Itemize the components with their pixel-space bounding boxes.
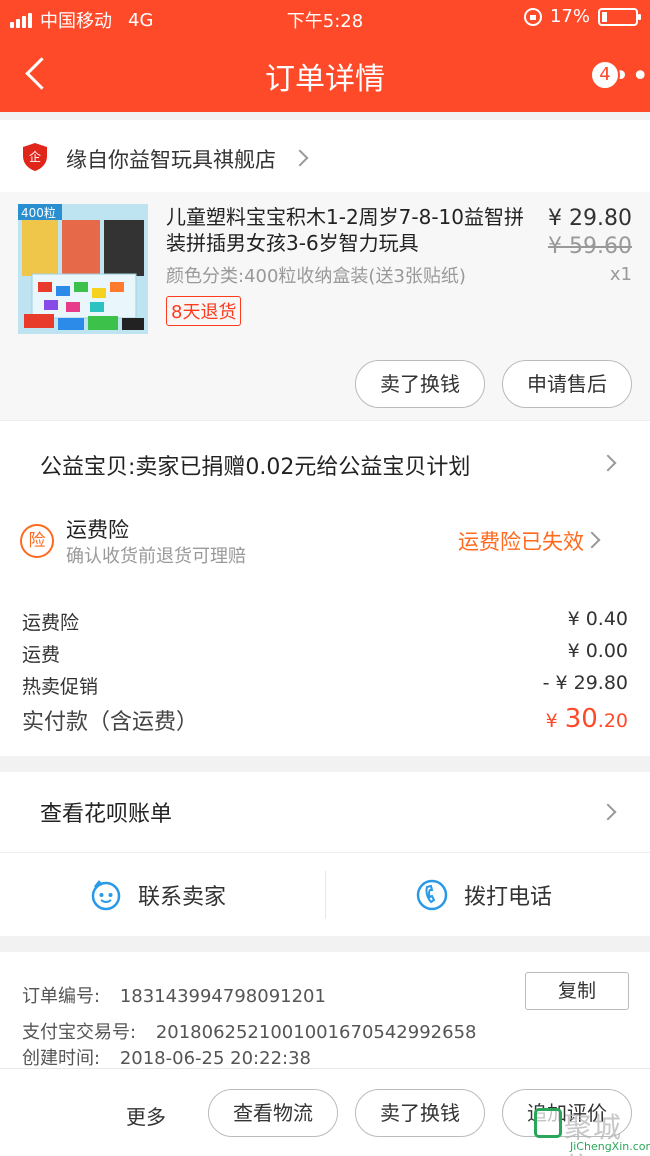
fee-value: ¥ 0.40 (567, 608, 628, 630)
watermark-logo-icon (534, 1108, 562, 1138)
call-phone-label: 拨打电话 (464, 885, 553, 910)
total-label: 实付款（含运费） (22, 710, 199, 735)
product-card[interactable]: 400粒 儿童塑料宝宝积木1-2周岁7-8-10益智拼装拼插男女孩3-6岁智力玩… (0, 192, 650, 420)
contact-seller-label: 联系卖家 (138, 885, 227, 910)
product-spec: 颜色分类:400粒收纳盒装(送3张贴纸) (166, 266, 466, 287)
rotation-lock-icon (523, 7, 542, 26)
alipay-trade-label: 支付宝交易号: (22, 1022, 137, 1043)
order-number-value: 183143994798091201 (119, 986, 326, 1007)
return-policy-tag: 8天退货 (166, 296, 242, 326)
shop-name: 缘自你益智玩具祺舰店 (66, 148, 276, 172)
status-bar: 中国移动 4G 下午5:28 17% (0, 0, 650, 36)
site-watermark: 聚城信 JiChengXin.com (530, 1104, 650, 1156)
product-quantity: x1 (609, 264, 632, 285)
charity-text: 公益宝贝:卖家已捐赠0.02元给公益宝贝计划 (40, 455, 471, 480)
charity-row[interactable]: 公益宝贝:卖家已捐赠0.02元给公益宝贝计划 (0, 420, 650, 508)
total-dec: .20 (597, 710, 628, 732)
shop-shield-icon: 企 (23, 143, 47, 171)
insurance-status: 运费险已失效 (458, 530, 584, 554)
fee-label: 运费 (22, 644, 61, 666)
total-amount: ¥ 30.20 (546, 704, 628, 734)
insurance-title: 运费险 (66, 518, 129, 542)
chat-face-icon (91, 880, 121, 911)
view-logistics-button[interactable]: 查看物流 (208, 1089, 338, 1137)
battery-icon (598, 7, 641, 26)
huabei-bill-row[interactable]: 查看花呗账单 (0, 772, 650, 852)
shop-header[interactable]: 企 缘自你益智玩具祺舰店 (0, 112, 650, 192)
chevron-right-icon (599, 803, 617, 821)
fee-row: 热卖促销 - ¥ 29.80 (22, 672, 628, 699)
alipay-trade-row: 支付宝交易号: 2018062521001001670542992658 (22, 1018, 476, 1044)
order-number-label: 订单编号: (22, 986, 101, 1007)
chevron-right-icon (291, 149, 309, 167)
fee-row: 运费 ¥ 0.00 (22, 640, 628, 667)
contact-bar: 联系卖家 拨打电话 (0, 852, 650, 936)
total-int: 30 (564, 704, 598, 734)
thumb-label: 400粒 (21, 205, 56, 220)
fee-label: 运费险 (22, 612, 80, 634)
total-row: 实付款（含运费） ¥ 30.20 (22, 704, 628, 736)
insurance-icon: 险 (20, 524, 54, 558)
chevron-right-icon (583, 531, 601, 549)
total-currency: ¥ (545, 710, 558, 732)
watermark-url: JiChengXin.com (570, 1140, 650, 1153)
resell-button[interactable]: 卖了换钱 (355, 360, 485, 408)
order-number-row: 订单编号: 183143994798091201 (22, 982, 326, 1008)
after-sales-button[interactable]: 申请售后 (502, 360, 632, 408)
battery-percent: 17% (549, 6, 590, 27)
fee-summary: 运费险 ¥ 0.40 运费 ¥ 0.00 热卖促销 - ¥ 29.80 实付款（… (0, 588, 650, 756)
insurance-subtitle: 确认收货前退货可理赔 (66, 546, 246, 567)
order-info: 订单编号: 183143994798091201 复制 支付宝交易号: 2018… (0, 952, 650, 1070)
fee-value: - ¥ 29.80 (542, 672, 628, 694)
original-price: ¥ 59.60 (548, 234, 632, 259)
alipay-trade-value: 2018062521001001670542992658 (155, 1022, 477, 1043)
shop-icon-char: 企 (29, 149, 41, 164)
fee-label: 热卖促销 (22, 676, 99, 698)
copy-button[interactable]: 复制 (525, 972, 629, 1010)
phone-icon (416, 879, 448, 911)
page-title: 订单详情 (265, 62, 385, 97)
product-thumbnail[interactable]: 400粒 (18, 204, 148, 334)
notification-badge: 4 (590, 60, 620, 90)
shipping-insurance-row[interactable]: 险 运费险 确认收货前退货可理赔 运费险已失效 (0, 508, 650, 588)
chevron-right-icon (599, 454, 617, 472)
more-actions-button[interactable]: 更多 (126, 1101, 166, 1130)
nav-bar: 订单详情 ••• 4 (0, 36, 650, 112)
call-phone-button[interactable]: 拨打电话 (325, 871, 650, 919)
product-name[interactable]: 儿童塑料宝宝积木1-2周岁7-8-10益智拼装拼插男女孩3-6岁智力玩具 (166, 204, 526, 256)
fee-value: ¥ 0.00 (567, 640, 628, 662)
contact-seller-button[interactable]: 联系卖家 (0, 853, 325, 937)
created-time-label: 创建时间: (22, 1048, 101, 1069)
huabei-text: 查看花呗账单 (40, 802, 173, 827)
fee-row: 运费险 ¥ 0.40 (22, 608, 628, 635)
resell-button[interactable]: 卖了换钱 (355, 1089, 485, 1137)
product-price: ¥ 29.80 (548, 206, 632, 231)
more-button[interactable]: ••• 4 (588, 58, 649, 94)
product-image: 400粒 (18, 204, 148, 334)
created-time-value: 2018-06-25 20:22:38 (119, 1048, 311, 1069)
created-time-row: 创建时间: 2018-06-25 20:22:38 (22, 1044, 311, 1070)
